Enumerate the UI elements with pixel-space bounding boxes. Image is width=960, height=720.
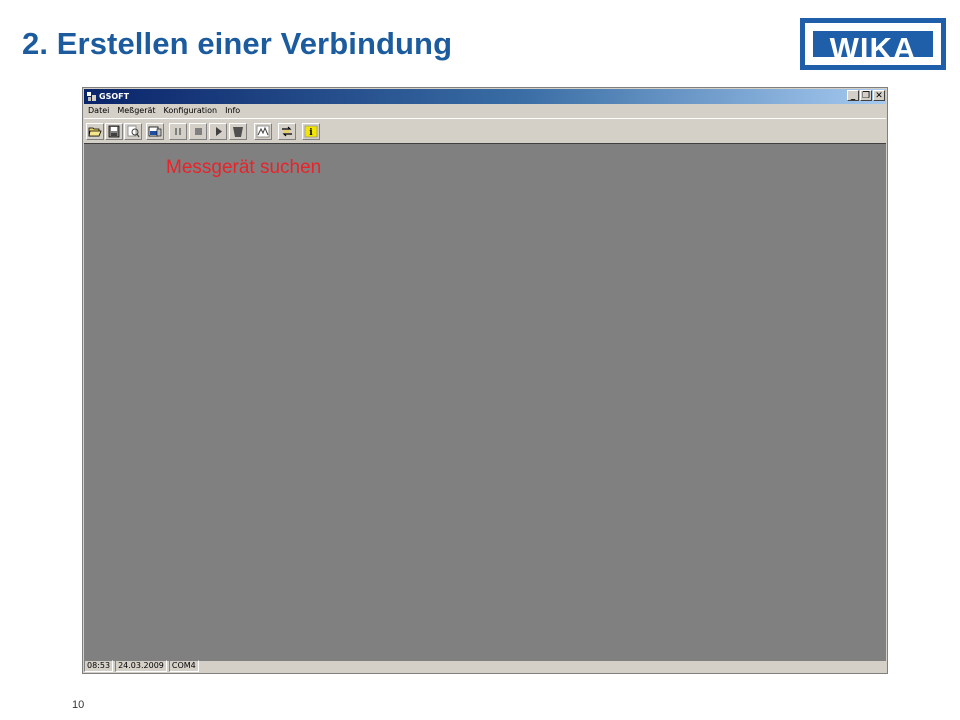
menu-datei[interactable]: Datei bbox=[84, 104, 113, 118]
trash-icon bbox=[233, 127, 243, 137]
pause-icon bbox=[175, 128, 181, 135]
close-button[interactable]: ✕ bbox=[873, 90, 885, 101]
toolbar: i bbox=[84, 118, 886, 176]
chart-icon bbox=[256, 125, 270, 138]
play-icon bbox=[216, 127, 222, 136]
play-button[interactable] bbox=[209, 123, 227, 140]
menu-konfiguration[interactable]: Konfiguration bbox=[160, 104, 222, 118]
search-device-button[interactable] bbox=[146, 123, 164, 140]
print-preview-icon bbox=[127, 125, 140, 138]
window-title: GSOFT bbox=[99, 92, 130, 101]
wika-logo: WIKA bbox=[800, 18, 946, 70]
annotation-label: Messgerät suchen bbox=[166, 157, 322, 178]
save-button[interactable] bbox=[105, 123, 123, 140]
delete-button[interactable] bbox=[229, 123, 247, 140]
page-title: 2. Erstellen einer Verbindung bbox=[22, 26, 453, 61]
restore-button[interactable]: ❐ bbox=[860, 90, 872, 101]
transfer-icon bbox=[282, 126, 292, 137]
save-icon bbox=[108, 125, 120, 138]
gsoft-window: GSOFT _ ❐ ✕ Datei Meßgerät Konfiguration… bbox=[82, 87, 888, 674]
transfer-button[interactable] bbox=[278, 123, 296, 140]
svg-text:i: i bbox=[309, 128, 313, 138]
menu-info[interactable]: Info bbox=[221, 104, 244, 118]
stop-icon bbox=[195, 128, 202, 135]
logo-text: WIKA bbox=[813, 31, 933, 66]
app-icon bbox=[87, 92, 96, 101]
status-date: 24.03.2009 bbox=[115, 660, 167, 672]
window-titlebar[interactable]: GSOFT _ ❐ ✕ bbox=[84, 89, 886, 104]
status-port: COM4 bbox=[168, 660, 199, 672]
info-button[interactable]: i bbox=[302, 123, 320, 140]
status-bar: 08:53 24.03.2009 COM4 bbox=[84, 660, 886, 672]
menu-bar: Datei Meßgerät Konfiguration Info bbox=[84, 104, 886, 118]
print-preview-button[interactable] bbox=[124, 123, 142, 140]
minimize-button[interactable]: _ bbox=[847, 90, 859, 101]
search-device-icon bbox=[148, 126, 162, 137]
workspace[interactable]: Messgerät suchen bbox=[84, 143, 886, 661]
page-number: 10 bbox=[72, 699, 85, 711]
info-icon: i bbox=[304, 125, 318, 138]
open-button[interactable] bbox=[86, 123, 104, 140]
chart-button[interactable] bbox=[254, 123, 272, 140]
stop-button[interactable] bbox=[189, 123, 207, 140]
status-time: 08:53 bbox=[84, 660, 114, 672]
open-folder-icon bbox=[88, 127, 102, 137]
menu-messgeraet[interactable]: Meßgerät bbox=[113, 104, 159, 118]
pause-button[interactable] bbox=[169, 123, 187, 140]
